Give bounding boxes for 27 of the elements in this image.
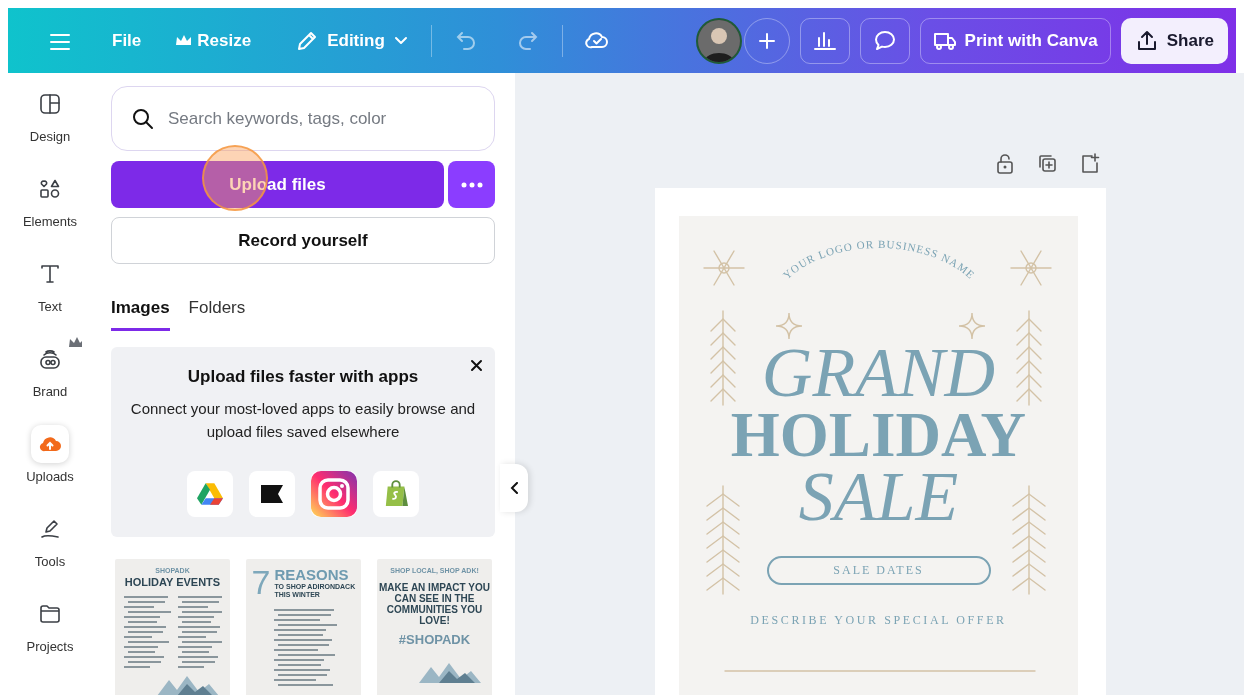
tab[interactable]: Folders xyxy=(188,298,246,331)
sidebar-tab[interactable]: Projects xyxy=(8,595,92,680)
tab[interactable]: Images xyxy=(111,298,170,331)
thumbnail-number: 7 xyxy=(251,567,271,597)
sidebar-tab[interactable]: Brand xyxy=(8,340,92,425)
promo-text: Connect your most-loved apps to easily browse and upload files saved elsewhere xyxy=(129,399,477,442)
share-button[interactable]: Share xyxy=(1120,17,1228,64)
print-button[interactable]: Print with Canva xyxy=(919,17,1111,64)
sidebar-tab[interactable]: Tools xyxy=(8,510,92,595)
offer-text: DESCRIBE YOUR SPECIAL OFFER xyxy=(750,613,1007,628)
sidebar-tab[interactable]: Uploads xyxy=(8,425,92,510)
headline-text: HOLIDAY xyxy=(730,404,1027,466)
sidebar-tab[interactable]: Design xyxy=(8,85,92,170)
sale-dates-text: SALE DATES xyxy=(766,556,991,585)
sidebar-tab[interactable]: Text xyxy=(8,255,92,340)
upload-files-button[interactable]: Upload files xyxy=(111,161,444,208)
thumbnail-title: REASONS xyxy=(274,567,350,583)
thumbnail-tag: #SHOPADK xyxy=(398,632,471,647)
search-field[interactable]: Search keywords, tags, color xyxy=(166,107,474,130)
headline-text: GRAND xyxy=(761,342,996,404)
thumbnail-title: MAKE AN IMPACT YOU CAN SEE IN THE COMMUNITIES YOU LOVE! xyxy=(379,582,490,626)
headline-text: SALE xyxy=(798,466,959,528)
record-yourself-button[interactable]: Record yourself xyxy=(111,217,495,264)
thumbnail-title: HOLIDAY EVENTS xyxy=(124,577,221,588)
sidebar-tab[interactable]: Elements xyxy=(8,170,92,255)
promo-title: Upload files faster with apps xyxy=(186,367,420,387)
search-bar[interactable]: Search keywords, tags, color xyxy=(111,86,495,151)
